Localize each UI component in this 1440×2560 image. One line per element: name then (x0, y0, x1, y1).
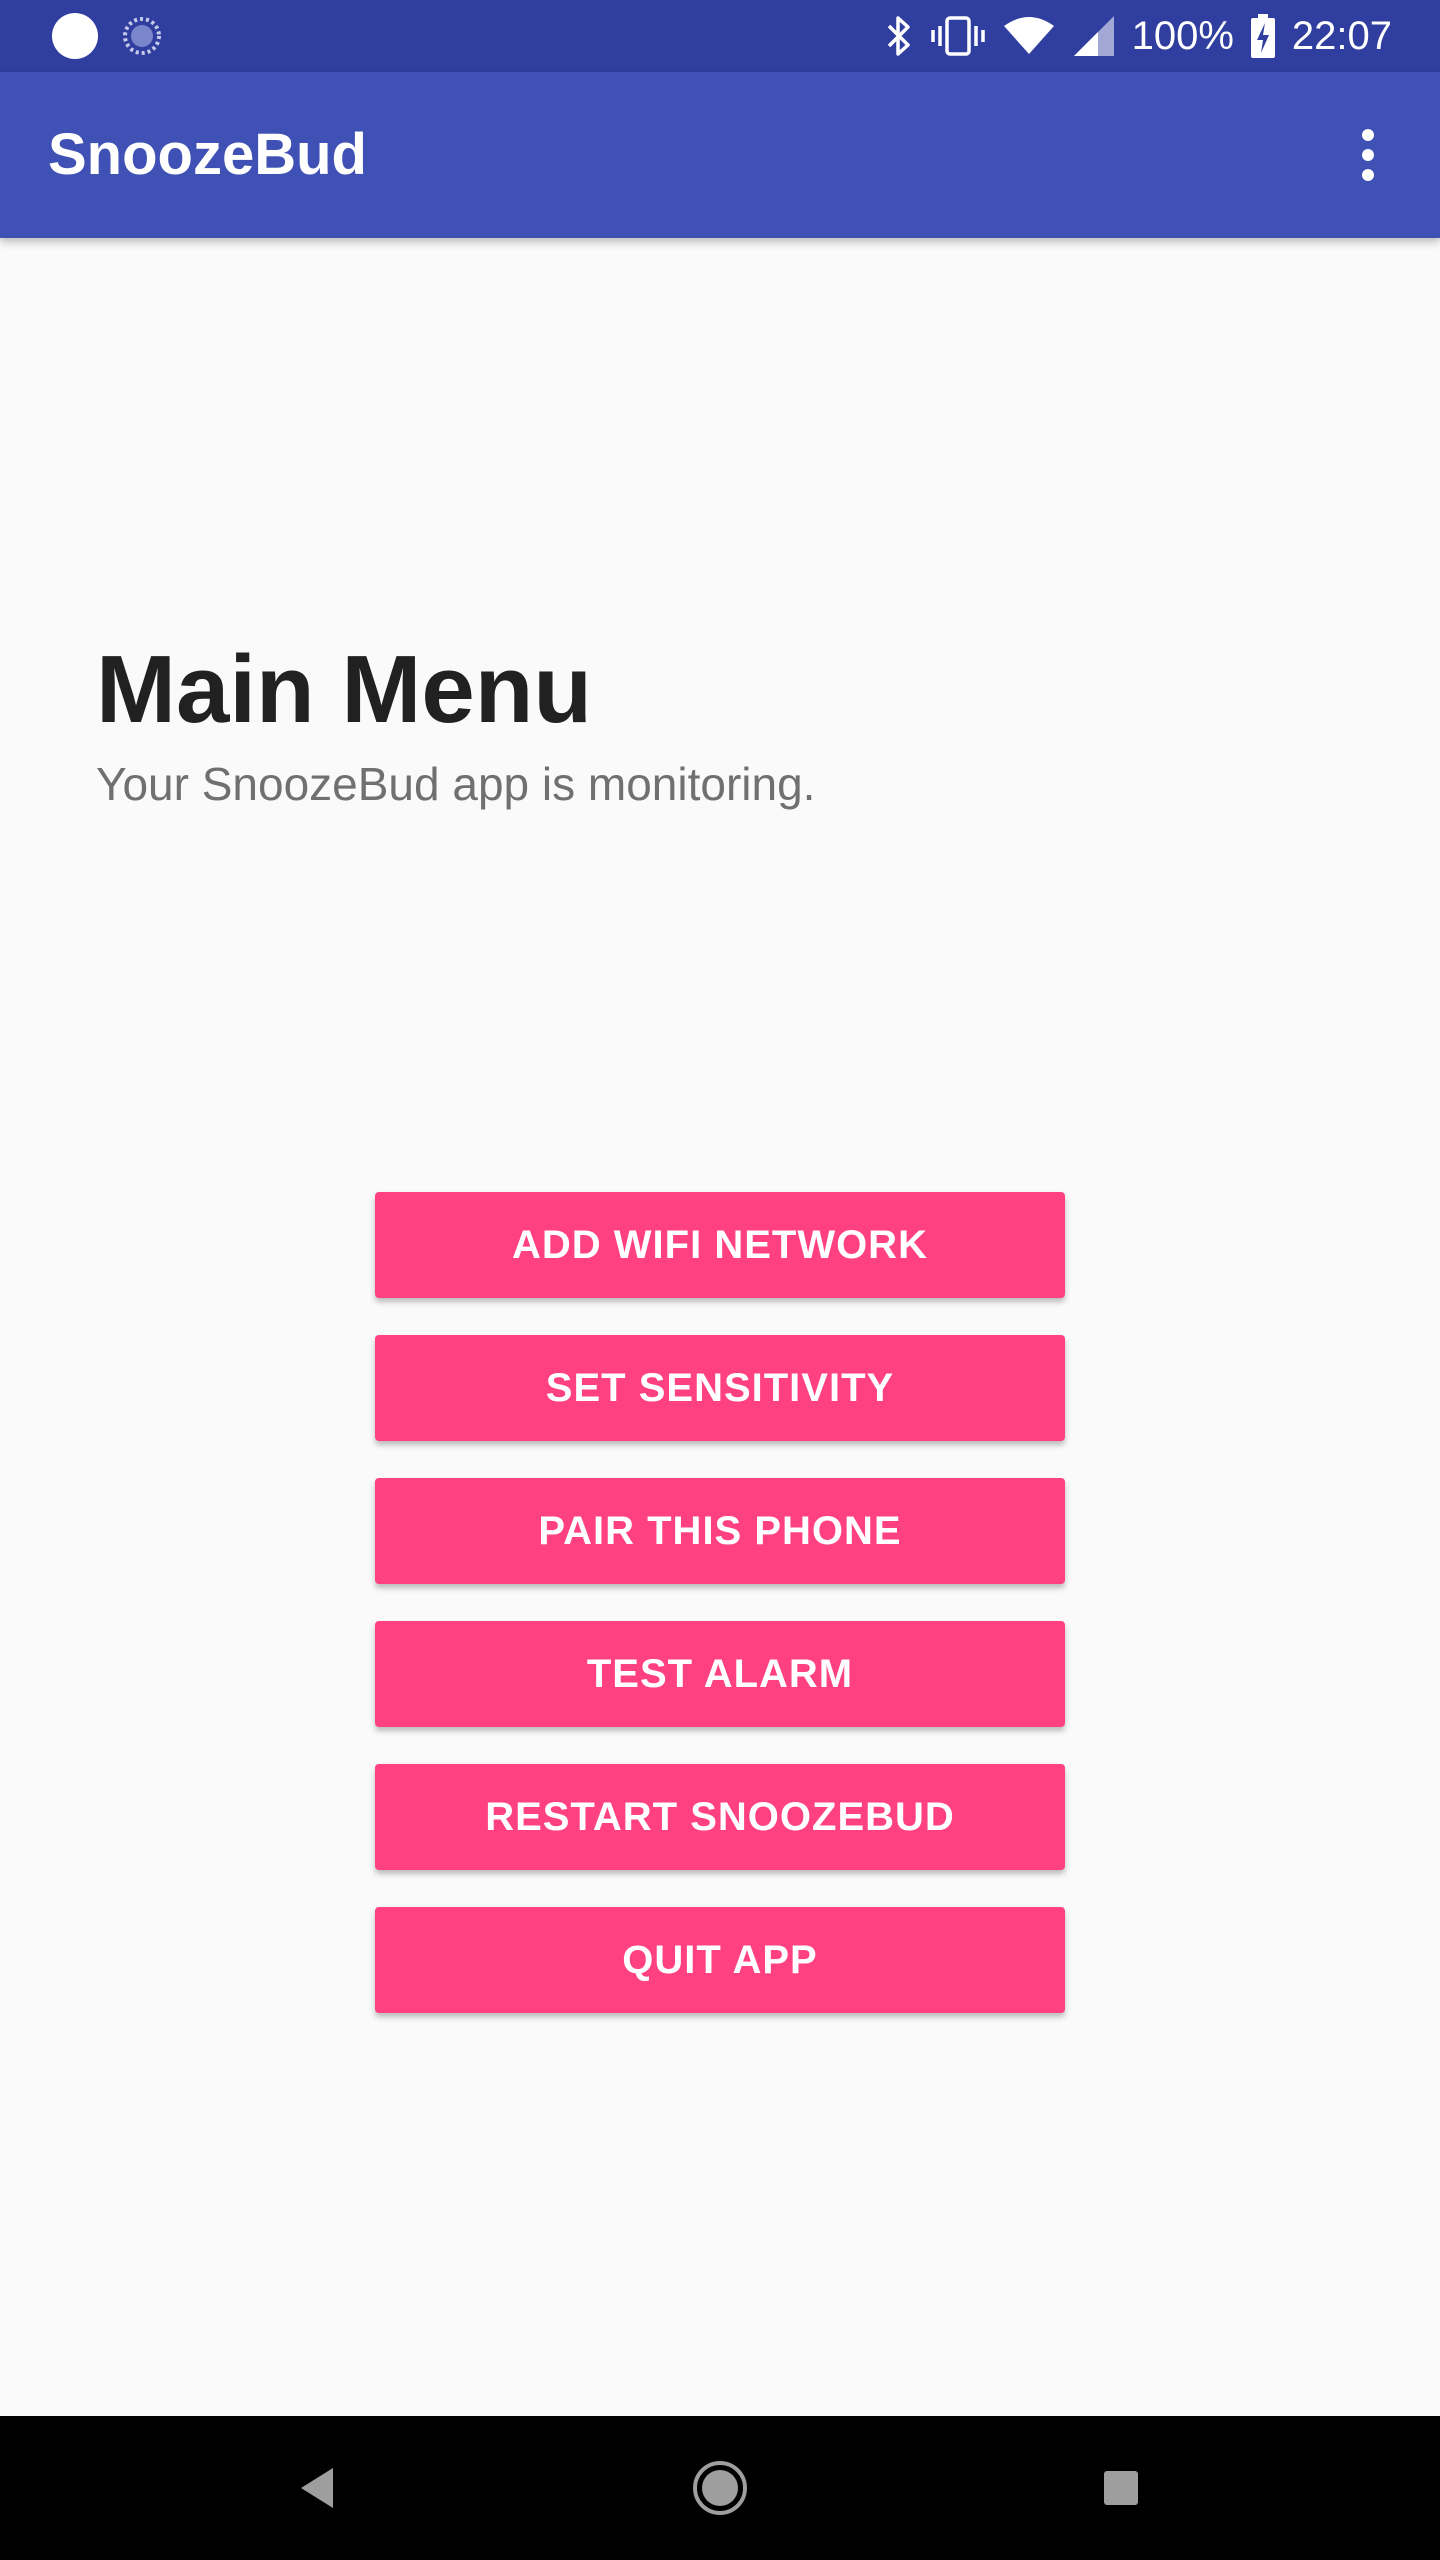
cellular-signal-icon (1073, 16, 1114, 56)
quit-app-button[interactable]: QUIT APP (375, 1907, 1065, 2013)
pair-phone-button[interactable]: PAIR THIS PHONE (375, 1478, 1065, 1584)
more-vert-icon (1362, 129, 1374, 181)
home-icon (693, 2461, 747, 2515)
bluetooth-icon (887, 16, 910, 56)
test-alarm-button[interactable]: TEST ALARM (375, 1621, 1065, 1727)
navigation-bar (0, 2416, 1440, 2560)
recents-button[interactable] (1049, 2416, 1193, 2560)
wifi-icon (1003, 17, 1054, 54)
status-notifications (52, 12, 162, 60)
back-button[interactable] (245, 2416, 389, 2560)
home-button[interactable] (648, 2416, 792, 2560)
notification-dot-icon (52, 13, 98, 59)
status-system-icons: 100% 22:07 (884, 0, 1392, 72)
add-wifi-network-button[interactable]: ADD WIFI NETWORK (375, 1192, 1065, 1298)
page-title: Main Menu (96, 636, 592, 743)
set-sensitivity-button[interactable]: SET SENSITIVITY (375, 1335, 1065, 1441)
vibrate-icon (930, 16, 985, 56)
back-icon (301, 2468, 333, 2508)
app-bar: SnoozeBud (0, 72, 1440, 238)
recents-icon (1104, 2471, 1138, 2505)
sync-icon (123, 17, 161, 55)
overflow-menu-button[interactable] (1320, 107, 1416, 203)
status-bar: 100% 22:07 (0, 0, 1440, 72)
status-clock: 22:07 (1291, 13, 1392, 58)
battery-charging-icon (1250, 14, 1275, 58)
restart-snoozebud-button[interactable]: RESTART SNOOZEBUD (375, 1764, 1065, 1870)
app-title: SnoozeBud (48, 122, 367, 187)
battery-percentage: 100% (1131, 13, 1234, 58)
screen: 100% 22:07 SnoozeBud Main Menu Your Snoo… (0, 0, 1440, 2560)
status-message: Your SnoozeBud app is monitoring. (96, 758, 816, 810)
